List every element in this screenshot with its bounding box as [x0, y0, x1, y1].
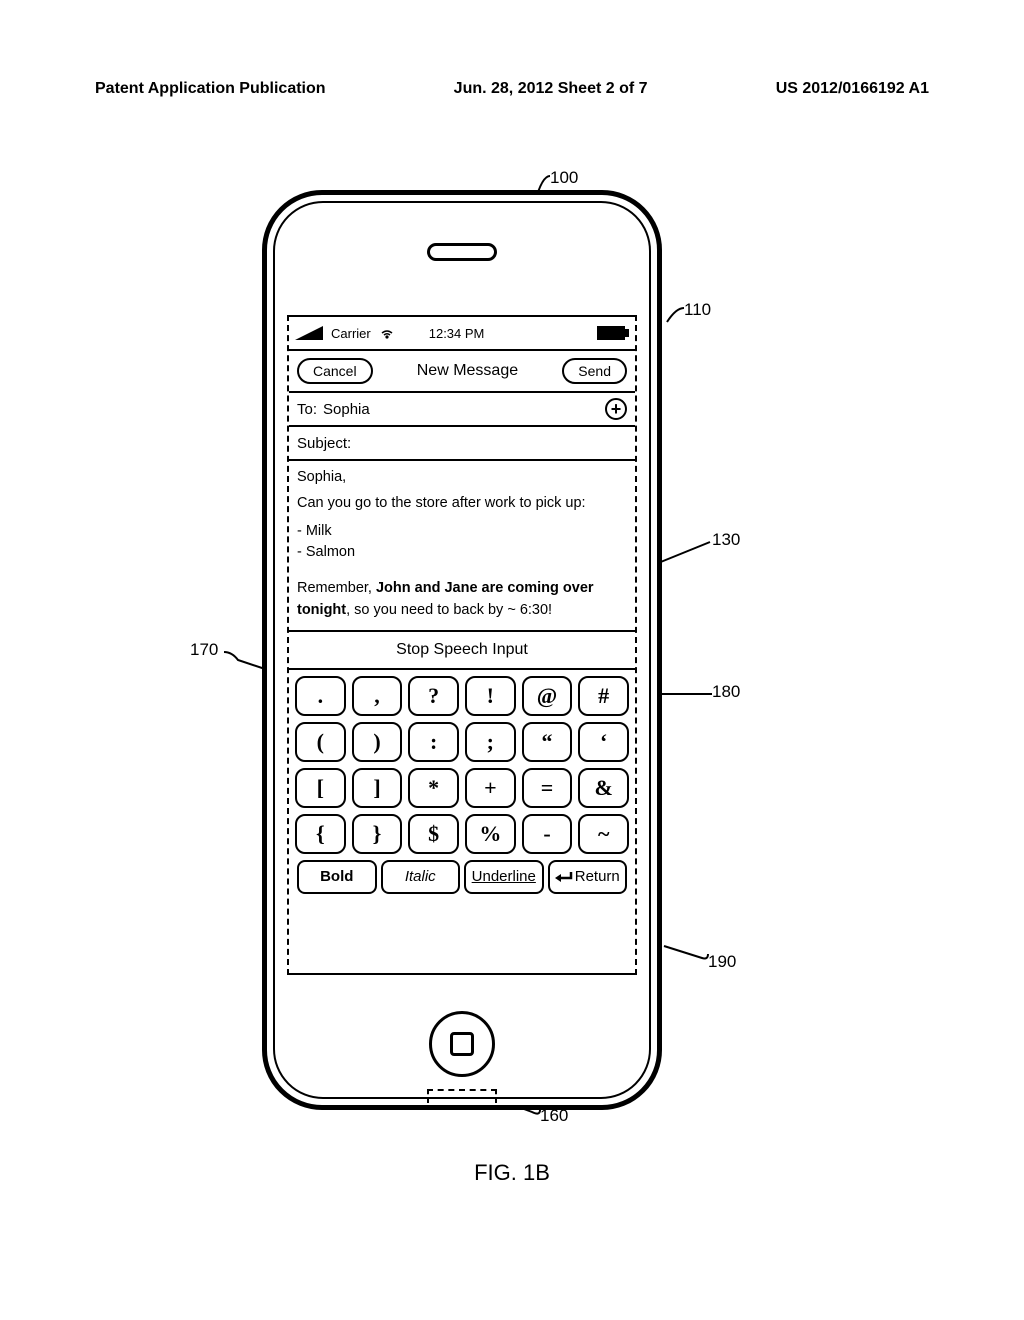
punctuation-keyboard: . , ? ! @ # ( ) : ; “ ‘ [ ]: [289, 670, 635, 904]
key-rbrace[interactable]: }: [352, 814, 403, 854]
key-hash[interactable]: #: [578, 676, 629, 716]
remember-prefix: Remember,: [297, 580, 376, 596]
lead-190: [662, 944, 710, 964]
lead-180: [662, 690, 712, 698]
key-dollar[interactable]: $: [408, 814, 459, 854]
key-equals[interactable]: =: [522, 768, 573, 808]
home-square-icon: [450, 1032, 474, 1056]
key-percent[interactable]: %: [465, 814, 516, 854]
callout-180: 180: [712, 682, 740, 702]
key-colon[interactable]: :: [408, 722, 459, 762]
to-label: To:: [297, 401, 317, 418]
key-hyphen[interactable]: -: [522, 814, 573, 854]
key-tilde[interactable]: ~: [578, 814, 629, 854]
key-exclaim[interactable]: !: [465, 676, 516, 716]
key-lbrace[interactable]: {: [295, 814, 346, 854]
speaker-slot: [427, 243, 497, 261]
home-button[interactable]: [429, 1011, 495, 1077]
header-left: Patent Application Publication: [95, 80, 326, 98]
add-contact-button[interactable]: +: [605, 398, 627, 420]
key-ldquote[interactable]: “: [522, 722, 573, 762]
key-comma[interactable]: ,: [352, 676, 403, 716]
header-right: US 2012/0166192 A1: [776, 80, 929, 98]
key-rbracket[interactable]: ]: [352, 768, 403, 808]
return-icon: [555, 870, 573, 884]
key-lparen[interactable]: (: [295, 722, 346, 762]
italic-button[interactable]: Italic: [381, 860, 461, 894]
page-header: Patent Application Publication Jun. 28, …: [0, 80, 1024, 98]
figure-caption: FIG. 1B: [0, 1160, 1024, 1186]
key-plus[interactable]: +: [465, 768, 516, 808]
kb-row-3: [ ] * + = &: [295, 768, 629, 808]
phone-device: Carrier 12:34 PM Cancel New Message Send…: [262, 190, 662, 1110]
clock-label: 12:34 PM: [429, 326, 485, 341]
lead-110: [664, 306, 686, 324]
callout-100: 100: [550, 168, 578, 188]
callout-110: 110: [684, 300, 711, 320]
kb-row-4: { } $ % - ~: [295, 814, 629, 854]
bold-button[interactable]: Bold: [297, 860, 377, 894]
key-lbracket[interactable]: [: [295, 768, 346, 808]
dock-connector: [427, 1089, 497, 1103]
signal-icon: [295, 326, 323, 340]
header-center: Jun. 28, 2012 Sheet 2 of 7: [454, 80, 648, 98]
callout-130: 130: [712, 530, 740, 550]
figure-area: 100 110 120 130 170 180 190 160 Carrier …: [0, 160, 1024, 1180]
body-item1: - Milk: [297, 521, 627, 543]
return-button[interactable]: Return: [548, 860, 628, 894]
carrier-label: Carrier: [331, 326, 371, 341]
nav-bar: Cancel New Message Send: [289, 351, 635, 393]
callout-190: 190: [708, 952, 736, 972]
battery-icon: [597, 326, 629, 340]
wifi-icon: [379, 327, 395, 339]
message-body[interactable]: Sophia, Can you go to the store after wo…: [289, 461, 635, 630]
remember-suffix: , so you need to back by ~ 6:30!: [346, 602, 552, 618]
underline-button[interactable]: Underline: [464, 860, 544, 894]
kb-row-2: ( ) : ; “ ‘: [295, 722, 629, 762]
return-label: Return: [575, 868, 620, 885]
screen: Carrier 12:34 PM Cancel New Message Send…: [287, 315, 637, 975]
stop-speech-button[interactable]: Stop Speech Input: [289, 630, 635, 670]
body-greeting: Sophia,: [297, 467, 627, 489]
send-button[interactable]: Send: [562, 358, 627, 384]
key-period[interactable]: .: [295, 676, 346, 716]
to-row[interactable]: To: Sophia +: [289, 393, 635, 427]
key-at[interactable]: @: [522, 676, 573, 716]
key-lsquote[interactable]: ‘: [578, 722, 629, 762]
key-rparen[interactable]: ): [352, 722, 403, 762]
format-row: Bold Italic Underline Return: [295, 860, 629, 898]
key-question[interactable]: ?: [408, 676, 459, 716]
cancel-button[interactable]: Cancel: [297, 358, 373, 384]
key-semicolon[interactable]: ;: [465, 722, 516, 762]
body-line1: Can you go to the store after work to pi…: [297, 493, 627, 515]
subject-row[interactable]: Subject:: [289, 427, 635, 461]
kb-row-1: . , ? ! @ #: [295, 676, 629, 716]
to-value: Sophia: [323, 401, 370, 418]
status-bar: Carrier 12:34 PM: [289, 317, 635, 351]
key-ampersand[interactable]: &: [578, 768, 629, 808]
callout-170: 170: [190, 640, 218, 660]
key-asterisk[interactable]: *: [408, 768, 459, 808]
body-remember: Remember, John and Jane are coming over …: [297, 578, 627, 622]
nav-title: New Message: [417, 362, 518, 380]
body-item2: - Salmon: [297, 542, 627, 564]
subject-label: Subject:: [297, 435, 351, 452]
